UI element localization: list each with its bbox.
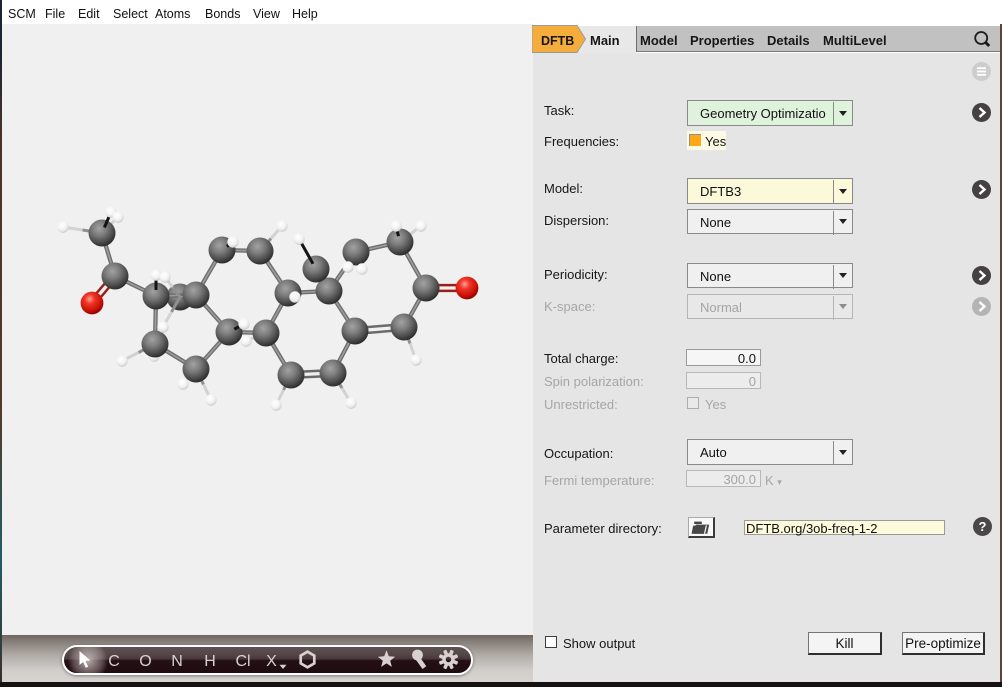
- svg-text:X: X: [266, 653, 277, 670]
- svg-text:Cl: Cl: [235, 653, 250, 670]
- svg-text:?: ?: [979, 519, 987, 534]
- svg-text:H: H: [204, 653, 216, 670]
- svg-text:N: N: [171, 653, 183, 670]
- svg-text:O: O: [139, 653, 151, 670]
- svg-text:C: C: [108, 653, 120, 670]
